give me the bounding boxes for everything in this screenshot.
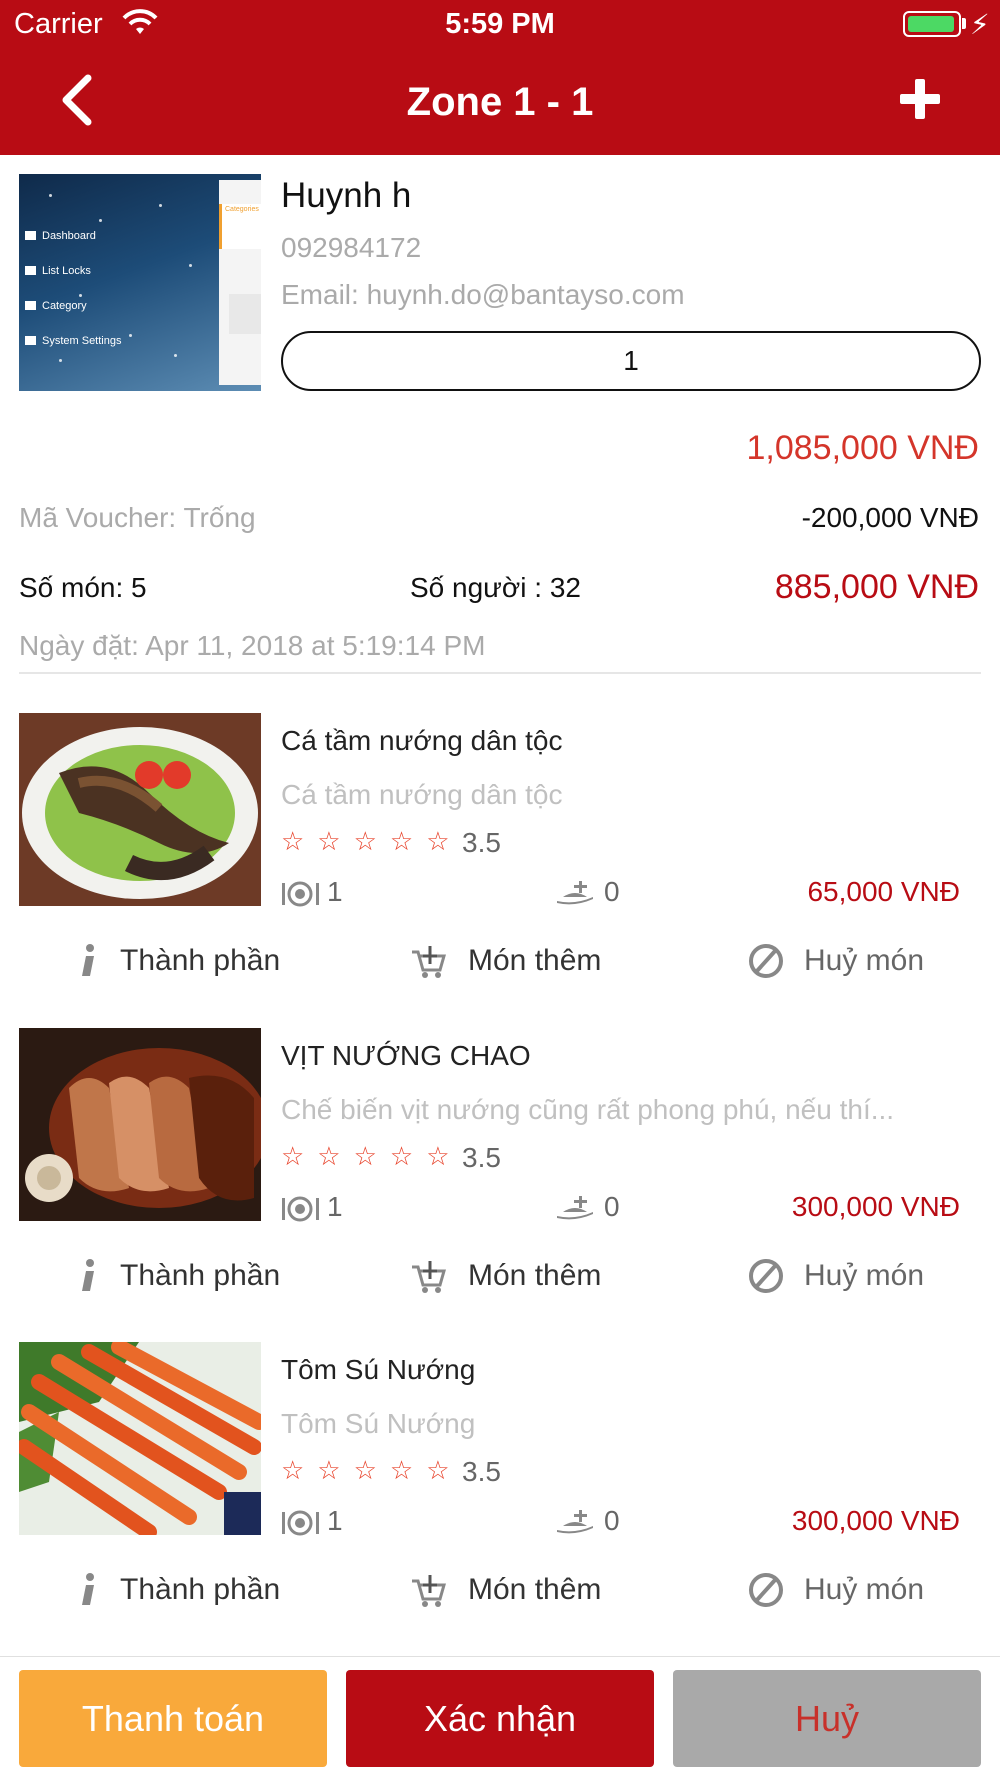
divider [19, 672, 981, 674]
dish-quantity: 1 [327, 1191, 343, 1222]
dish-price: 300,000 VNĐ [791, 1191, 960, 1222]
prohibited-icon [749, 1573, 783, 1607]
dish-image [19, 713, 261, 906]
dish-quantity: 1 [327, 1505, 343, 1536]
info-icon [82, 1573, 94, 1605]
dish-price: 300,000 VNĐ [791, 1505, 960, 1536]
battery-cap [962, 18, 966, 29]
nav-header: Carrier 5:59 PM ⚡ Zone 1 - 1 [0, 0, 1000, 155]
dish-description: Tôm Sú Nướng [281, 1408, 476, 1439]
plus-icon[interactable] [895, 74, 945, 124]
pay-button[interactable]: Thanh toán [19, 1670, 327, 1767]
cart-plus-icon [412, 946, 446, 978]
thumb-menu-item: Dashboard [25, 230, 96, 242]
voucher-label: Mã Voucher: Trống [19, 502, 256, 533]
table-number-button[interactable]: 1 [281, 331, 981, 391]
dish-rating: 3.5 [462, 1456, 501, 1487]
dish-description: Chế biến vịt nướng cũng rất phong phú, n… [281, 1094, 895, 1125]
dish-extras-count: 0 [604, 1191, 620, 1222]
thumb-panel-title: Categories [225, 206, 259, 213]
dish-image [19, 1342, 261, 1535]
cart-plus-icon [412, 1261, 446, 1293]
info-icon [82, 1259, 94, 1291]
side-dish-icon [557, 1196, 593, 1220]
info-icon [82, 944, 94, 976]
total-amount: 885,000 VNĐ [774, 568, 979, 606]
dish-rating: 3.5 [462, 827, 501, 858]
side-dish-icon [557, 881, 593, 905]
list-item[interactable]: Cá tầm nướng dân tộc Cá tầm nướng dân tộ… [0, 713, 1000, 1013]
dish-name: VỊT NƯỚNG CHAO [281, 1040, 531, 1071]
cancel-button[interactable]: Huỷ [673, 1670, 981, 1767]
dish-quantity: 1 [327, 876, 343, 907]
dish-name: Tôm Sú Nướng [281, 1354, 476, 1385]
customer-avatar: Dashboard List Locks Category System Set… [19, 174, 261, 391]
list-item[interactable]: Tôm Sú Nướng Tôm Sú Nướng ☆☆☆☆☆ 3.5 1 0 … [0, 1342, 1000, 1642]
order-date: Ngày đặt: Apr 11, 2018 at 5:19:14 PM [19, 630, 486, 661]
status-time: 5:59 PM [445, 8, 555, 40]
footer-divider [0, 1656, 1000, 1657]
rating-stars: ☆☆☆☆☆ [281, 1141, 463, 1171]
dish-quantity-icon [282, 881, 319, 907]
customer-email: Email: huynh.do@bantayso.com [281, 279, 685, 310]
dish-price: 65,000 VNĐ [807, 876, 960, 907]
rating-stars: ☆☆☆☆☆ [281, 826, 463, 856]
dish-description: Cá tầm nướng dân tộc [281, 779, 563, 810]
list-item[interactable]: VỊT NƯỚNG CHAO Chế biến vịt nướng cũng r… [0, 1028, 1000, 1328]
voucher-amount: -200,000 VNĐ [801, 502, 979, 533]
rating-stars: ☆☆☆☆☆ [281, 1455, 463, 1485]
charging-icon: ⚡ [970, 9, 990, 40]
subtotal-amount: 1,085,000 VNĐ [746, 429, 980, 467]
dish-extras-count: 0 [604, 1505, 620, 1536]
thumb-menu-item: List Locks [25, 265, 91, 277]
confirm-button[interactable]: Xác nhận [346, 1670, 654, 1767]
dish-name: Cá tầm nướng dân tộc [281, 725, 563, 756]
battery-icon [903, 11, 961, 37]
status-bar: Carrier 5:59 PM ⚡ [0, 0, 1000, 50]
customer-phone: 092984172 [281, 232, 422, 263]
dish-extras-count: 0 [604, 876, 620, 907]
page-title: Zone 1 - 1 [406, 80, 594, 124]
people-count: Số người : 32 [410, 572, 581, 603]
dish-quantity-icon [282, 1196, 319, 1222]
prohibited-icon [749, 1259, 783, 1293]
side-dish-icon [557, 1510, 593, 1534]
thumb-menu-item: System Settings [25, 335, 121, 347]
thumb-menu-item: Category [25, 300, 87, 312]
dish-quantity-icon [282, 1510, 319, 1536]
dish-rating: 3.5 [462, 1142, 501, 1173]
thumb-panel-plus [229, 294, 261, 334]
cart-plus-icon [412, 1575, 446, 1607]
dish-count: Số món: 5 [19, 572, 147, 603]
customer-name: Huynh h [281, 176, 412, 215]
prohibited-icon [749, 944, 783, 978]
dish-image [19, 1028, 261, 1221]
